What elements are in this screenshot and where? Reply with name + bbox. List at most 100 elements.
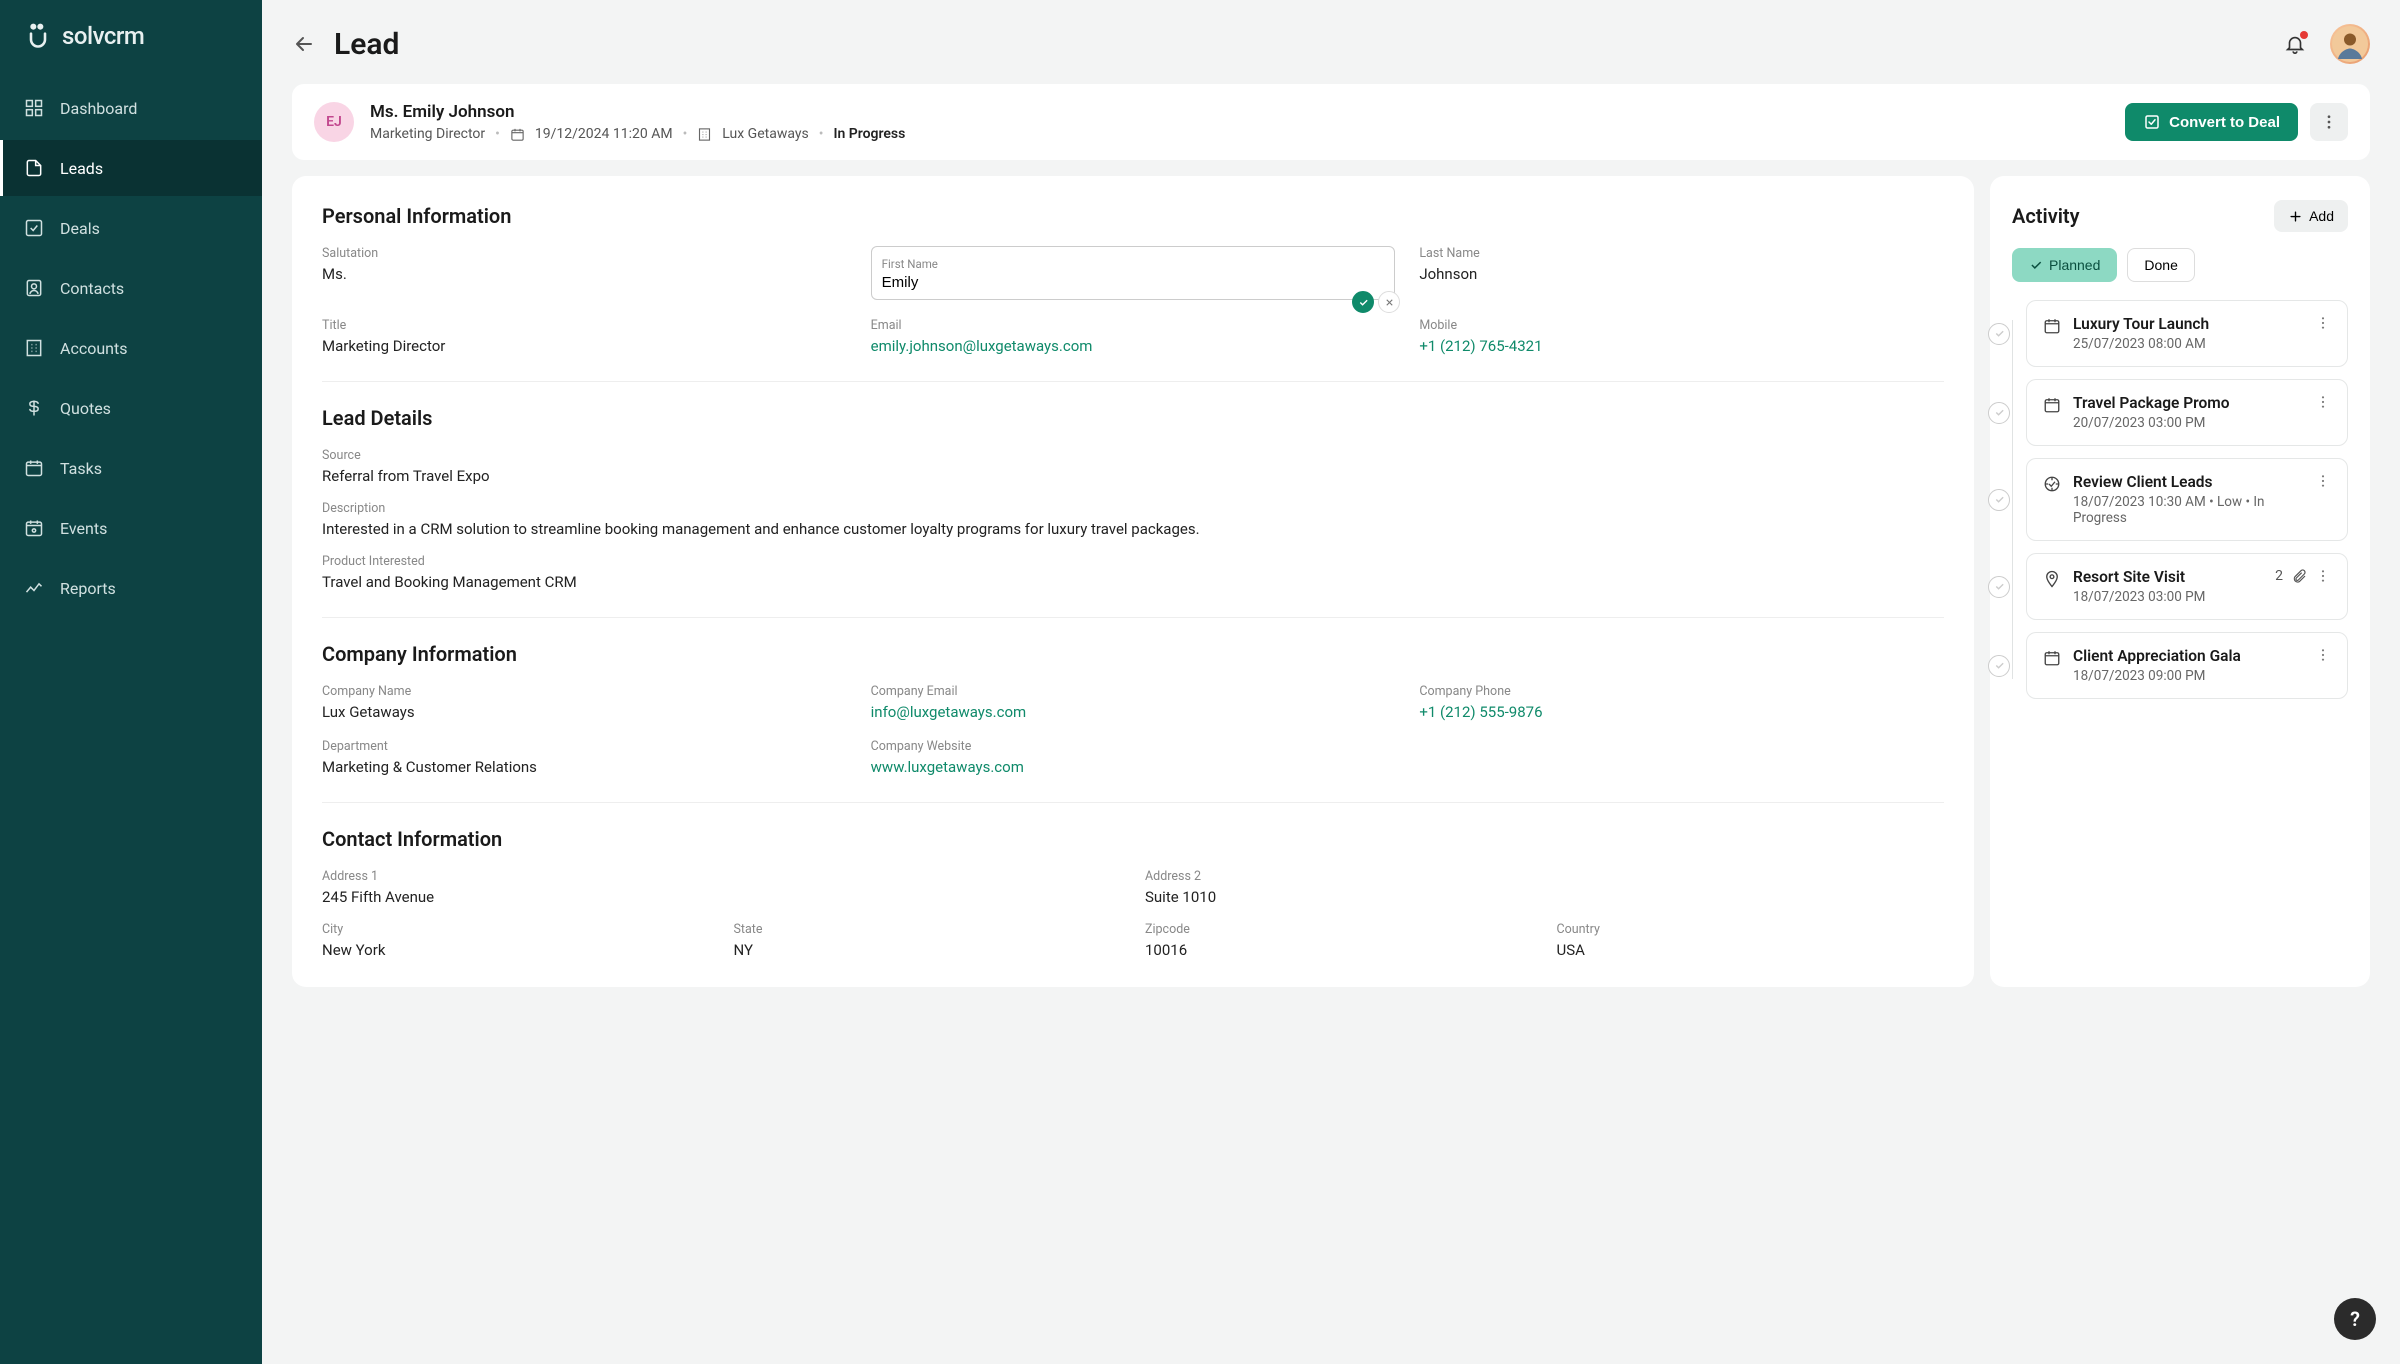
salutation-value: Ms. [322,265,847,283]
state-value: NY [734,941,1122,959]
nav-label: Contacts [60,279,124,298]
lead-avatar: EJ [314,102,354,142]
activity-more-button[interactable] [2315,315,2331,331]
company-email-label: Company Email [871,684,1396,699]
sidebar-item-deals[interactable]: Deals [0,200,262,256]
convert-label: Convert to Deal [2169,114,2280,131]
activity-title: Resort Site Visit [2073,568,2263,586]
grid-icon [24,98,44,118]
topbar: Lead [262,0,2400,84]
sidebar-item-contacts[interactable]: Contacts [0,260,262,316]
activity-title: Travel Package Promo [2073,394,2303,412]
brand-name: solvcrm [62,22,144,50]
addr2-value: Suite 1010 [1145,888,1944,906]
activity-complete-toggle[interactable] [1988,489,2010,511]
nav-label: Accounts [60,339,127,358]
email-value[interactable]: emily.johnson@luxgetaways.com [871,337,1396,355]
activity-item[interactable]: Luxury Tour Launch 25/07/2023 08:00 AM [2026,300,2348,367]
company-name-label: Company Name [322,684,847,699]
convert-to-deal-button[interactable]: Convert to Deal [2125,103,2298,141]
mobile-label: Mobile [1419,318,1944,333]
company-name-value: Lux Getaways [322,703,847,721]
sidebar: solvcrm DashboardLeadsDeals Contacts Accou… [0,0,262,1364]
first-name-edit-field[interactable]: First Name [871,246,1396,300]
activity-more-button[interactable] [2315,647,2331,663]
contact-info-title: Contact Information [322,827,1944,851]
company-email-value[interactable]: info@luxgetaways.com [871,703,1396,721]
sidebar-item-events[interactable]: Events [0,500,262,556]
add-activity-button[interactable]: Add [2274,200,2348,232]
activity-item[interactable]: Client Appreciation Gala18/07/2023 09:00… [2026,632,2348,699]
activity-meta: 18/07/2023 03:00 PM [2073,589,2263,605]
lead-header-card: EJ Ms. Emily Johnson Marketing Director … [292,84,2370,160]
company-info-title: Company Information [322,642,1944,666]
lead-company: Lux Getaways [722,126,808,142]
activity-item[interactable]: Resort Site Visit 18/07/2023 03:00 PM 2 [2026,553,2348,620]
notifications-button[interactable] [2284,33,2306,55]
building-icon [697,127,712,142]
company-phone-value[interactable]: +1 (212) 555-9876 [1419,703,1944,721]
source-label: Source [322,448,1944,463]
activity-title: Luxury Tour Launch [2073,315,2303,333]
activity-more-button[interactable] [2315,394,2331,410]
lead-date: 19/12/2024 11:20 AM [535,126,673,142]
attachment-count: 2 [2275,568,2283,584]
activity-card: Activity Add Planned Done Luxury Tour La… [1990,176,2370,987]
salutation-label: Salutation [322,246,847,261]
sidebar-item-reports[interactable]: Reports [0,560,262,616]
tab-planned[interactable]: Planned [2012,248,2117,282]
more-actions-button[interactable] [2310,103,2348,141]
sidebar-item-tasks[interactable]: Tasks [0,440,262,496]
lead-details-title: Lead Details [322,406,1944,430]
lead-name: Ms. Emily Johnson [370,102,905,122]
activity-more-button[interactable] [2315,473,2331,489]
user-avatar[interactable] [2330,24,2370,64]
activity-meta: 18/07/2023 10:30 AM • Low • In Progress [2073,494,2303,526]
activity-meta: 25/07/2023 08:00 AM [2073,336,2303,352]
activity-type-icon [2043,570,2061,588]
company-phone-label: Company Phone [1419,684,1944,699]
city-value: New York [322,941,710,959]
activity-item[interactable]: Review Client Leads 18/07/2023 10:30 AM •… [2026,458,2348,541]
activity-complete-toggle[interactable] [1988,323,2010,345]
sidebar-item-accounts[interactable]: Accounts [0,320,262,376]
company-site-value[interactable]: www.luxgetaways.com [871,758,1396,776]
sidebar-item-leads[interactable]: Leads [0,140,262,196]
lead-status: In Progress [833,126,905,142]
product-value: Travel and Booking Management CRM [322,573,1944,591]
activity-title: Review Client Leads [2073,473,2303,491]
sidebar-item-dashboard[interactable]: Dashboard [0,80,262,136]
lead-details-section: Lead Details Source Referral from Travel… [322,406,1944,618]
activity-item[interactable]: Travel Package Promo 20/07/2023 03:00 PM [2026,379,2348,446]
country-value: USA [1557,941,1945,959]
activity-meta: 20/07/2023 03:00 PM [2073,415,2303,431]
add-label: Add [2309,208,2334,224]
cancel-edit-button[interactable] [1378,291,1400,313]
nav-label: Reports [60,579,116,598]
first-name-input[interactable] [882,274,1385,291]
lead-meta: Marketing Director • 19/12/2024 11:20 AM… [370,126,905,142]
activity-complete-toggle[interactable] [1988,576,2010,598]
company-site-label: Company Website [871,739,1396,754]
contact-info-section: Contact Information Address 1 245 Fifth … [322,827,1944,959]
zip-value: 10016 [1145,941,1533,959]
confirm-edit-button[interactable] [1352,291,1374,313]
help-button[interactable]: ? [2334,1298,2376,1340]
department-label: Department [322,739,847,754]
activity-complete-toggle[interactable] [1988,655,2010,677]
back-button[interactable] [292,32,316,56]
sidebar-item-quotes[interactable]: Quotes [0,380,262,436]
activity-type-icon [2043,396,2061,414]
city-label: City [322,922,710,937]
mobile-value[interactable]: +1 (212) 765-4321 [1419,337,1944,355]
calendar-icon [24,458,44,478]
activity-more-button[interactable] [2315,568,2331,584]
tab-done[interactable]: Done [2127,248,2194,282]
addr1-label: Address 1 [322,869,1121,884]
page-title: Lead [334,27,399,62]
last-name-label: Last Name [1419,246,1944,261]
activity-title: Client Appreciation Gala [2073,647,2303,665]
company-info-section: Company Information Company Name Lux Get… [322,642,1944,803]
activity-title: Activity [2012,204,2080,228]
activity-complete-toggle[interactable] [1988,402,2010,424]
